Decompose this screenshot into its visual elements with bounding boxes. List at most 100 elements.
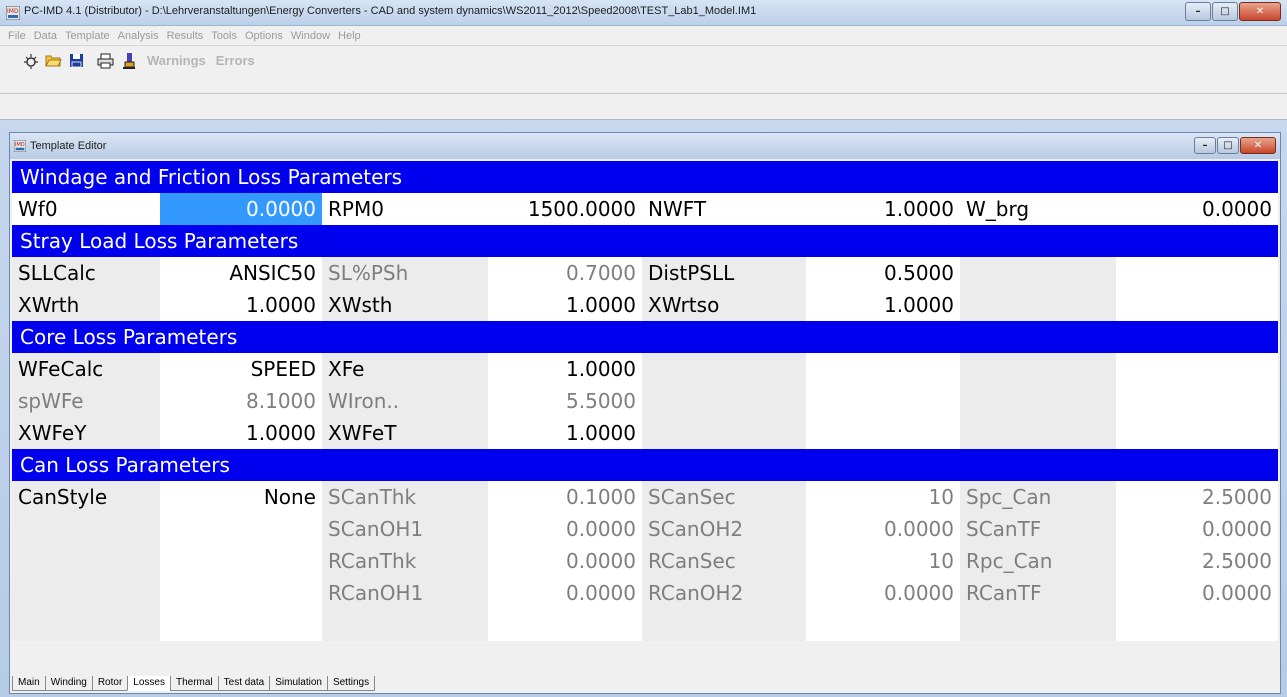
parameter-value-cell[interactable]: 5.5000 — [488, 385, 642, 417]
menu-help[interactable]: Help — [334, 30, 365, 42]
parameter-name-cell[interactable]: SLLCalc — [12, 257, 160, 289]
parameter-name-cell[interactable]: Rpc_Can — [960, 545, 1116, 577]
parameter-name-cell[interactable] — [960, 385, 1116, 417]
menu-results[interactable]: Results — [163, 30, 208, 42]
child-maximize-button[interactable]: □ — [1217, 137, 1239, 154]
parameter-name-cell[interactable]: spWFe — [12, 385, 160, 417]
errors-button[interactable]: Errors — [216, 53, 255, 68]
parameter-value-cell[interactable]: 1.0000 — [488, 417, 642, 449]
parameter-value-cell[interactable]: 2.5000 — [1116, 545, 1278, 577]
parameter-value-cell[interactable] — [1116, 289, 1278, 321]
parameter-name-cell[interactable]: CanStyle — [12, 481, 160, 513]
parameter-name-cell[interactable] — [642, 385, 806, 417]
minimize-button[interactable]: – — [1185, 2, 1211, 21]
parameter-value-cell[interactable]: 0.0000 — [160, 193, 322, 225]
parameter-value-cell[interactable]: 10 — [806, 545, 960, 577]
parameter-value-cell[interactable]: 1.0000 — [160, 417, 322, 449]
parameter-name-cell[interactable] — [642, 353, 806, 385]
parameter-value-cell[interactable]: 1.0000 — [806, 193, 960, 225]
maximize-button[interactable]: □ — [1212, 2, 1238, 21]
parameter-name-cell[interactable]: RPM0 — [322, 193, 488, 225]
parameter-name-cell[interactable]: Spc_Can — [960, 481, 1116, 513]
menu-file[interactable]: File — [4, 30, 30, 42]
parameter-value-cell[interactable] — [806, 609, 960, 641]
tab-rotor[interactable]: Rotor — [91, 676, 128, 691]
print-icon[interactable] — [97, 52, 114, 69]
new-icon[interactable] — [22, 52, 39, 69]
parameter-name-cell[interactable]: SCanOH1 — [322, 513, 488, 545]
parameter-name-cell[interactable]: XFe — [322, 353, 488, 385]
tab-settings[interactable]: Settings — [326, 676, 376, 691]
parameter-name-cell[interactable]: XWrth — [12, 289, 160, 321]
parameter-name-cell[interactable]: RCanThk — [322, 545, 488, 577]
parameter-value-cell[interactable]: 1.0000 — [488, 353, 642, 385]
parameter-name-cell[interactable] — [642, 609, 806, 641]
parameter-name-cell[interactable]: SCanOH2 — [642, 513, 806, 545]
parameter-value-cell[interactable]: 0.0000 — [488, 577, 642, 609]
parameter-name-cell[interactable] — [960, 353, 1116, 385]
parameter-value-cell[interactable]: ANSIC50 — [160, 257, 322, 289]
parameter-value-cell[interactable]: 0.0000 — [1116, 577, 1278, 609]
parameter-name-cell[interactable] — [12, 609, 160, 641]
parameter-name-cell[interactable]: RCanOH2 — [642, 577, 806, 609]
child-minimize-button[interactable]: – — [1194, 137, 1216, 154]
menu-data[interactable]: Data — [30, 30, 61, 42]
parameter-name-cell[interactable] — [960, 257, 1116, 289]
parameter-value-cell[interactable]: 0.0000 — [1116, 513, 1278, 545]
parameter-name-cell[interactable]: DistPSLL — [642, 257, 806, 289]
parameter-name-cell[interactable] — [12, 513, 160, 545]
parameter-value-cell[interactable]: 0.5000 — [806, 257, 960, 289]
parameter-value-cell[interactable] — [1116, 353, 1278, 385]
parameter-name-cell[interactable] — [322, 609, 488, 641]
parameter-value-cell[interactable]: 0.0000 — [1116, 193, 1278, 225]
parameter-name-cell[interactable]: WIron.. — [322, 385, 488, 417]
parameter-value-cell[interactable]: 0.1000 — [488, 481, 642, 513]
parameter-name-cell[interactable]: Wf0 — [12, 193, 160, 225]
parameter-value-cell[interactable]: 0.0000 — [488, 545, 642, 577]
parameter-value-cell[interactable]: 8.1000 — [160, 385, 322, 417]
parameter-name-cell[interactable]: XWrtso — [642, 289, 806, 321]
parameter-name-cell[interactable]: RCanTF — [960, 577, 1116, 609]
parameter-value-cell[interactable]: 0.0000 — [488, 513, 642, 545]
parameter-value-cell[interactable]: 1.0000 — [160, 289, 322, 321]
parameter-value-cell[interactable]: 1.0000 — [488, 289, 642, 321]
parameter-name-cell[interactable] — [960, 289, 1116, 321]
parameter-value-cell[interactable]: 1500.0000 — [488, 193, 642, 225]
tab-winding[interactable]: Winding — [44, 676, 92, 691]
parameter-value-cell[interactable]: None — [160, 481, 322, 513]
parameter-value-cell[interactable] — [160, 577, 322, 609]
parameter-value-cell[interactable]: SPEED — [160, 353, 322, 385]
warnings-button[interactable]: Warnings — [147, 53, 206, 68]
parameter-name-cell[interactable]: W_brg — [960, 193, 1116, 225]
parameter-name-cell[interactable] — [960, 417, 1116, 449]
parameter-value-cell[interactable]: 1.0000 — [806, 289, 960, 321]
menu-options[interactable]: Options — [241, 30, 287, 42]
parameter-value-cell[interactable] — [806, 417, 960, 449]
tab-simulation[interactable]: Simulation — [269, 676, 327, 691]
open-folder-icon[interactable] — [45, 52, 62, 69]
parameter-name-cell[interactable]: RCanOH1 — [322, 577, 488, 609]
menu-tools[interactable]: Tools — [207, 30, 241, 42]
parameter-value-cell[interactable]: 0.7000 — [488, 257, 642, 289]
menu-analysis[interactable]: Analysis — [114, 30, 163, 42]
run-icon[interactable] — [120, 52, 137, 69]
parameter-name-cell[interactable]: WFeCalc — [12, 353, 160, 385]
parameter-value-cell[interactable] — [1116, 257, 1278, 289]
parameter-value-cell[interactable] — [160, 609, 322, 641]
title-bar[interactable]: IMD PC-IMD 4.1 (Distributor) - D:\Lehrve… — [0, 0, 1287, 26]
parameter-name-cell[interactable]: RCanSec — [642, 545, 806, 577]
parameter-name-cell[interactable]: SCanSec — [642, 481, 806, 513]
parameter-value-cell[interactable] — [1116, 417, 1278, 449]
parameter-name-cell[interactable] — [960, 609, 1116, 641]
parameter-name-cell[interactable]: XWsth — [322, 289, 488, 321]
tab-test-data[interactable]: Test data — [217, 676, 270, 691]
parameter-value-cell[interactable] — [160, 545, 322, 577]
child-title-bar[interactable]: IMD Template Editor – □ ✕ — [10, 133, 1280, 159]
parameter-value-cell[interactable]: 2.5000 — [1116, 481, 1278, 513]
menu-window[interactable]: Window — [287, 30, 334, 42]
tab-losses[interactable]: Losses — [127, 676, 170, 691]
parameter-value-cell[interactable] — [1116, 385, 1278, 417]
menu-template[interactable]: Template — [61, 30, 114, 42]
parameter-value-cell[interactable]: 0.0000 — [806, 513, 960, 545]
parameter-name-cell[interactable] — [642, 417, 806, 449]
